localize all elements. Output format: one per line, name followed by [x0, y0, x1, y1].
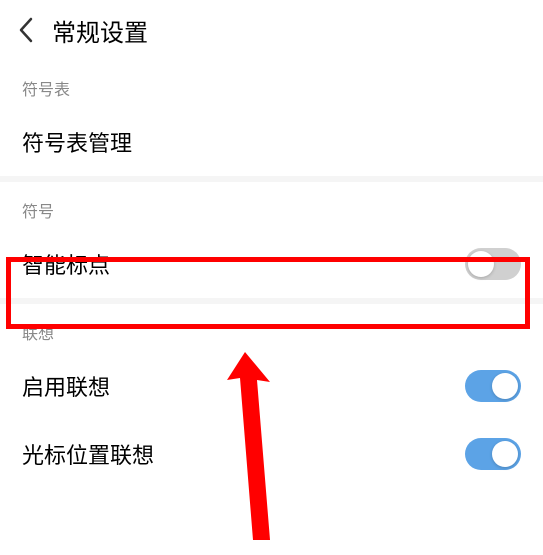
- row-symbol-table-manage[interactable]: 符号表管理: [0, 108, 543, 176]
- header: 常规设置: [0, 0, 543, 60]
- section-header-association: 联想: [0, 304, 543, 352]
- section-header-symbol-table: 符号表: [0, 60, 543, 108]
- section-header-symbol: 符号: [0, 182, 543, 230]
- row-label: 智能标点: [22, 248, 110, 280]
- row-enable-association[interactable]: 启用联想: [0, 352, 543, 420]
- row-cursor-association[interactable]: 光标位置联想: [0, 420, 543, 488]
- toggle-knob: [492, 441, 518, 467]
- toggle-knob: [468, 251, 494, 277]
- row-label: 启用联想: [22, 370, 110, 402]
- row-smart-punctuation[interactable]: 智能标点: [0, 230, 543, 298]
- toggle-knob: [492, 373, 518, 399]
- toggle-enable-association[interactable]: [465, 370, 521, 402]
- page-title: 常规设置: [52, 13, 148, 48]
- toggle-smart-punctuation[interactable]: [465, 248, 521, 280]
- row-label: 符号表管理: [22, 126, 132, 158]
- back-icon[interactable]: [12, 16, 40, 44]
- row-label: 光标位置联想: [22, 438, 154, 470]
- toggle-cursor-association[interactable]: [465, 438, 521, 470]
